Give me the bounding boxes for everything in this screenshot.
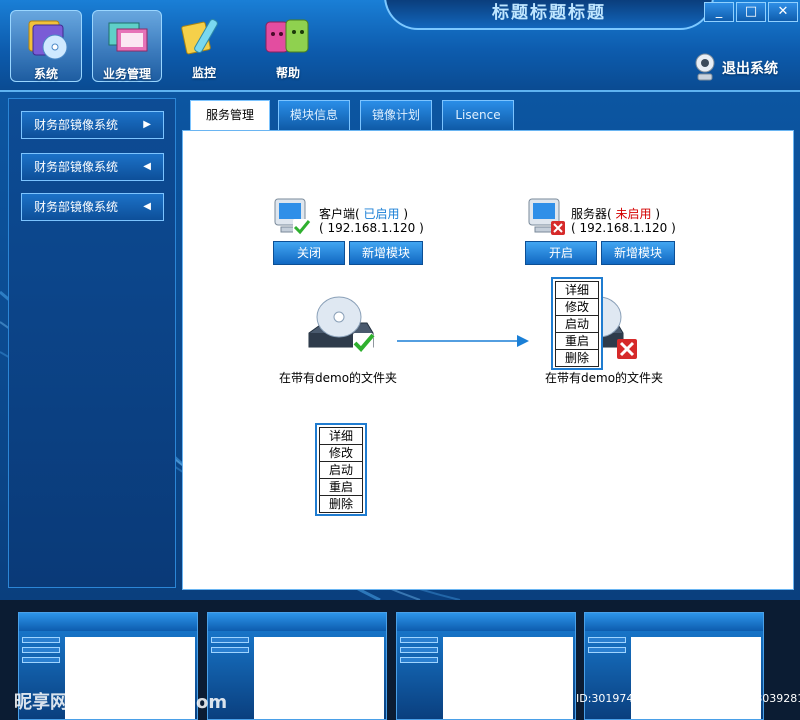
nav-help[interactable]: 帮助 <box>252 10 324 82</box>
server-computer-icon <box>528 198 565 235</box>
sidebar: 财务部镜像系统 ▶ 财务部镜像系统 ◀ 财务部镜像系统 ◀ <box>8 98 176 588</box>
client-status-line: 客户端( 已启用 ) <box>319 207 409 221</box>
menu-item-delete[interactable]: 删除 <box>555 349 599 367</box>
preview-thumbnail-3 <box>396 612 576 720</box>
client-ip: 192.168.1.120 <box>327 221 416 235</box>
title-plate: 标题标题标题 <box>384 0 714 30</box>
disk-drive-check-icon <box>308 296 375 353</box>
client-name: 客户端 <box>319 207 356 221</box>
nav-system[interactable]: 系统 <box>10 10 82 82</box>
menu-item-restart[interactable]: 重启 <box>555 332 599 350</box>
tab-service-management[interactable]: 服务管理 <box>190 100 270 131</box>
nav-system-label: 系统 <box>33 67 58 81</box>
client-close-button[interactable]: 关闭 <box>273 241 345 265</box>
server-open-button[interactable]: 开启 <box>525 241 597 265</box>
client-computer-icon <box>274 198 311 235</box>
server-add-module-button[interactable]: 新增模块 <box>601 241 675 265</box>
menu-item-detail[interactable]: 详细 <box>319 427 363 445</box>
server-ip: 192.168.1.120 <box>579 221 668 235</box>
nav-business-label: 业务管理 <box>102 67 151 81</box>
menu-item-detail[interactable]: 详细 <box>555 281 599 299</box>
server-name: 服务器 <box>571 207 608 221</box>
menu-item-start[interactable]: 启动 <box>555 315 599 333</box>
arrow-right-icon: ▶ <box>143 119 151 130</box>
arrow-left-icon: ◀ <box>143 201 151 212</box>
monitor-pen-icon <box>181 19 218 55</box>
nav-monitor[interactable]: 监控 <box>168 10 240 82</box>
server-status: 未启用 <box>615 207 652 221</box>
sidebar-item-label: 财务部镜像系统 <box>34 200 119 214</box>
menu-item-edit[interactable]: 修改 <box>555 298 599 316</box>
menu-item-delete[interactable]: 删除 <box>319 495 363 513</box>
business-window-icon <box>108 22 148 52</box>
menu-item-start[interactable]: 启动 <box>319 461 363 479</box>
sidebar-item-finance-mirror-2[interactable]: 财务部镜像系统 ◀ <box>21 153 164 181</box>
logout-button[interactable]: 退出系统 <box>692 52 792 82</box>
webcam-icon <box>695 53 715 81</box>
menu-item-restart[interactable]: 重启 <box>319 478 363 496</box>
header-bar: 标题标题标题 _ □ ✕ 系统 业务管理 监控 帮助 退出系统 <box>0 0 800 92</box>
minimize-button[interactable]: _ <box>704 2 734 22</box>
tab-content: 客户端( 已启用 ) ( 192.168.1.120 ) 关闭 新增模块 服务器… <box>182 130 794 590</box>
nav-help-label: 帮助 <box>275 66 300 80</box>
system-cd-icon <box>28 20 68 60</box>
menu-item-edit[interactable]: 修改 <box>319 444 363 462</box>
logout-label: 退出系统 <box>722 61 778 77</box>
sidebar-item-label: 财务部镜像系统 <box>34 118 119 132</box>
sidebar-item-finance-mirror-1[interactable]: 财务部镜像系统 ▶ <box>21 111 164 139</box>
maximize-button[interactable]: □ <box>736 2 766 22</box>
close-button[interactable]: ✕ <box>768 2 798 22</box>
app-window: 标题标题标题 _ □ ✕ 系统 业务管理 监控 帮助 退出系统 财务部镜像系统 … <box>0 0 800 600</box>
tab-mirror-plan[interactable]: 镜像计划 <box>360 100 432 130</box>
window-title: 标题标题标题 <box>492 3 606 23</box>
tab-lisence[interactable]: Lisence <box>442 100 514 130</box>
sync-arrow <box>397 335 529 347</box>
server-ip-line: ( 192.168.1.120 ) <box>571 221 676 235</box>
context-menu-server: 详细 修改 启动 重启 删除 <box>551 277 603 370</box>
preview-thumbnail-strip: 昵享网 www.nipic.com ID:3019748 NO:20100805… <box>0 600 800 720</box>
right-folder-label: 在带有demo的文件夹 <box>545 371 664 385</box>
main-panel: 服务管理 模块信息 镜像计划 Lisence 客户端( 已启用 ) ( 192.… <box>182 98 794 590</box>
help-faces-icon <box>265 19 309 53</box>
window-controls: _ □ ✕ <box>704 2 800 24</box>
watermark-id: ID:3019748 NO:20100805145518039281 <box>576 692 800 705</box>
watermark-site: 昵享网 www.nipic.com <box>14 692 228 713</box>
client-status: 已启用 <box>363 207 400 221</box>
client-ip-line: ( 192.168.1.120 ) <box>319 221 424 235</box>
client-add-module-button[interactable]: 新增模块 <box>349 241 423 265</box>
server-status-line: 服务器( 未启用 ) <box>571 207 661 221</box>
context-menu-client: 详细 修改 启动 重启 删除 <box>315 423 367 516</box>
arrow-left-icon: ◀ <box>143 161 151 172</box>
left-folder-label: 在带有demo的文件夹 <box>279 371 398 385</box>
tab-module-info[interactable]: 模块信息 <box>278 100 350 130</box>
nav-monitor-label: 监控 <box>191 66 216 80</box>
sidebar-item-label: 财务部镜像系统 <box>34 160 119 174</box>
sidebar-item-finance-mirror-3[interactable]: 财务部镜像系统 ◀ <box>21 193 164 221</box>
preview-thumbnail-2 <box>207 612 387 720</box>
nav-business[interactable]: 业务管理 <box>92 10 162 82</box>
